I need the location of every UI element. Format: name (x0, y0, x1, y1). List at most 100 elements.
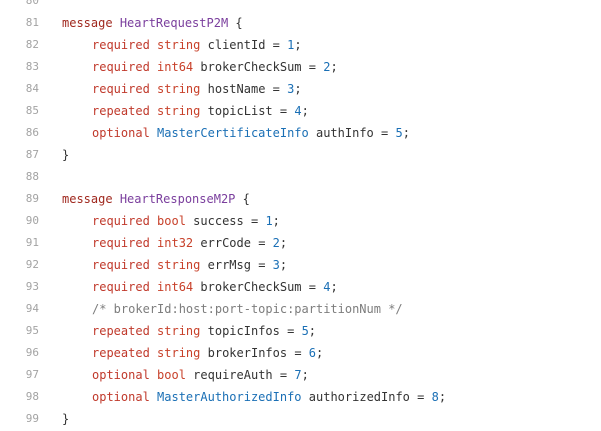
line-number: 94 (25, 302, 39, 315)
code-line[interactable]: 93 required int64 brokerCheckSum = 4; (0, 276, 601, 298)
line-number: 86 (25, 126, 39, 139)
number-token: 7 (294, 368, 302, 382)
punctuation-token: ; (330, 280, 338, 294)
code-line[interactable]: 85 repeated string topicList = 4; (0, 100, 601, 122)
line-number: 99 (25, 412, 39, 425)
line-code: /* brokerId:host:port-topic:partitionNum… (92, 298, 403, 320)
keyword-token: message (62, 192, 113, 206)
line-number: 89 (25, 192, 39, 205)
code-line[interactable]: 81 message HeartRequestP2M { (0, 12, 601, 34)
code-line[interactable]: 98 optional MasterAuthorizedInfo authoriz… (0, 386, 601, 408)
line-code: required string errMsg = 3; (92, 254, 287, 276)
code-line[interactable]: 89 message HeartResponseM2P { (0, 188, 601, 210)
number-token: 5 (395, 126, 403, 140)
number-token: 6 (308, 346, 317, 360)
identifier-token: authorizedInfo (308, 390, 410, 404)
punctuation-token: } (62, 148, 70, 162)
identifier-token: hostName (207, 82, 266, 96)
keyword-token: message (62, 16, 113, 30)
code-line[interactable]: 82 required string clientId = 1; (0, 34, 601, 56)
punctuation-token: = (250, 258, 273, 272)
code-line[interactable]: 91 required int32 errCode = 2; (0, 232, 601, 254)
identifier-token: topicList (207, 104, 273, 118)
punctuation-token: = (265, 82, 288, 96)
line-number: 83 (25, 60, 39, 73)
identifier-token: clientId (207, 38, 266, 52)
line-number: 88 (25, 170, 39, 183)
type-token: bool (157, 368, 186, 382)
code-line[interactable]: 94 /* brokerId:host:port-topic:partitionN… (0, 298, 601, 320)
punctuation-token: ; (330, 60, 338, 74)
punctuation-token: = (272, 368, 295, 382)
punctuation-token (150, 390, 157, 404)
punctuation-token: } (62, 412, 70, 426)
number-token: 4 (294, 104, 302, 118)
punctuation-token: = (243, 214, 266, 228)
identifier-token: brokerInfos (207, 346, 288, 360)
modifier-token: repeated (92, 346, 150, 360)
modifier-token: required (92, 258, 150, 272)
type-token: string (157, 104, 201, 118)
code-line[interactable]: 99} (0, 408, 601, 430)
identifier-token: errCode (200, 236, 251, 250)
punctuation-token: ; (301, 104, 309, 118)
punctuation-token: ; (279, 236, 288, 250)
code-line[interactable]: 97 optional bool requireAuth = 7; (0, 364, 601, 386)
type-token: int32 (157, 236, 194, 250)
type-token: int64 (157, 60, 194, 74)
line-number: 96 (25, 346, 39, 359)
code-line[interactable]: 84 required string hostName = 3; (0, 78, 601, 100)
line-number: 87 (25, 148, 39, 161)
punctuation-token: = (373, 126, 396, 140)
code-line[interactable]: 87} (0, 144, 601, 166)
punctuation-token (200, 346, 207, 360)
punctuation-token: = (301, 280, 324, 294)
punctuation-token (309, 126, 316, 140)
type-token: int64 (157, 280, 194, 294)
number-token: 8 (431, 390, 439, 404)
punctuation-token (150, 346, 157, 360)
punctuation-token (302, 390, 309, 404)
punctuation-token: ; (438, 390, 447, 404)
punctuation-token: { (228, 16, 243, 30)
punctuation-token (200, 38, 207, 52)
punctuation-token: = (272, 104, 295, 118)
message-name-token: HeartResponseM2P (119, 192, 236, 206)
line-number: 81 (25, 16, 39, 29)
code-line[interactable]: 86 optional MasterCertificateInfo authInf… (0, 122, 601, 144)
message-name-token: HeartRequestP2M (119, 16, 229, 30)
punctuation-token: ; (308, 324, 317, 338)
line-number: 93 (25, 280, 39, 293)
code-line[interactable]: 95 repeated string topicInfos = 5; (0, 320, 601, 342)
code-line[interactable]: 83 required int64 brokerCheckSum = 2; (0, 56, 601, 78)
number-token: 2 (272, 236, 280, 250)
line-code: repeated string topicInfos = 5; (92, 320, 316, 342)
code-editor[interactable]: 80 81 message HeartRequestP2M {82 required … (0, 0, 601, 431)
punctuation-token: ; (272, 214, 280, 228)
code-line[interactable]: 92 required string errMsg = 3; (0, 254, 601, 276)
line-code: optional MasterAuthorizedInfo authorized… (92, 386, 446, 408)
line-number: 97 (25, 368, 39, 381)
line-code: required int32 errCode = 2; (92, 232, 287, 254)
punctuation-token: = (265, 38, 288, 52)
code-line[interactable]: 96 repeated string brokerInfos = 6; (0, 342, 601, 364)
line-number: 84 (25, 82, 39, 95)
type-token: string (157, 346, 201, 360)
punctuation-token (150, 104, 157, 118)
punctuation-token: ; (294, 38, 302, 52)
punctuation-token (113, 192, 120, 206)
punctuation-token: = (250, 236, 273, 250)
modifier-token: repeated (92, 324, 150, 338)
modifier-token: required (92, 236, 150, 250)
line-code: required string hostName = 3; (92, 78, 302, 100)
line-code: optional MasterCertificateInfo authInfo … (92, 122, 410, 144)
punctuation-token (150, 236, 157, 250)
line-number: 95 (25, 324, 39, 337)
punctuation-token: = (287, 346, 309, 360)
line-number: 80 (25, 0, 39, 7)
punctuation-token (200, 104, 207, 118)
code-line[interactable]: 80 (0, 0, 601, 12)
code-line[interactable]: 88 (0, 166, 601, 188)
punctuation-token (150, 368, 157, 382)
code-line[interactable]: 90 required bool success = 1; (0, 210, 601, 232)
